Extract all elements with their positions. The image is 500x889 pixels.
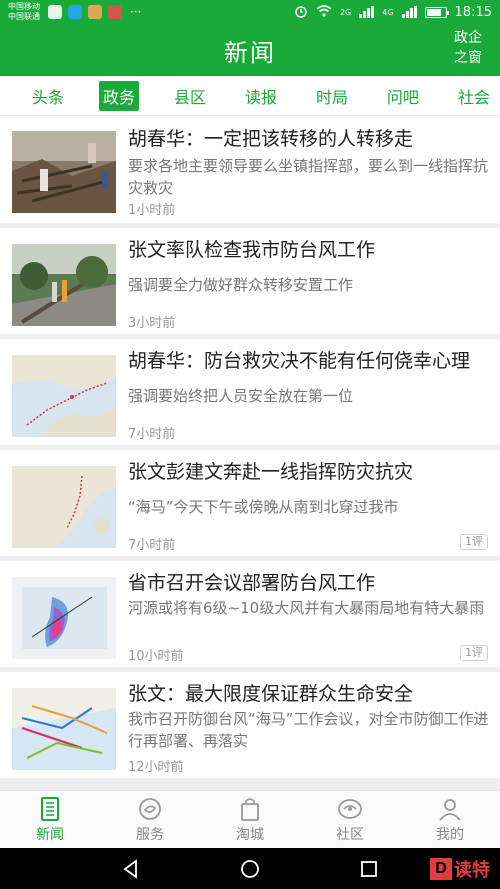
nav-label: 社区 <box>336 826 364 843</box>
watermark-text: 读特 <box>454 860 490 881</box>
watermark-mark: D <box>430 858 452 880</box>
enterprise-window-label-1: 政企 <box>454 30 482 46</box>
notification-chat-icon <box>68 5 82 19</box>
home-icon[interactable] <box>238 857 262 881</box>
carrier-2: 中国联通 <box>8 12 40 21</box>
clock: 18:15 <box>454 4 492 20</box>
news-title: 胡春华：防台救灾决不能有任何侥幸心理 <box>128 350 471 372</box>
carrier-1: 中国移动 <box>8 2 40 11</box>
network-label-1: 2G <box>339 7 352 17</box>
nav-label: 淘城 <box>236 826 264 843</box>
tab-society[interactable]: 社会 <box>454 81 494 111</box>
enterprise-window-button[interactable]: 政企 之窗 <box>450 28 486 68</box>
recent-apps-icon[interactable] <box>357 857 381 881</box>
tab-current-affairs[interactable]: 时局 <box>312 81 352 111</box>
tab-newspaper[interactable]: 读报 <box>241 81 281 111</box>
tab-counties[interactable]: 县区 <box>170 81 210 111</box>
notification-icons: ··· <box>48 5 141 19</box>
news-summary: 我市召开防御台风“海马”工作会议，对全市防御工作进行再部署、再落实 <box>128 710 489 750</box>
profile-icon <box>437 796 463 822</box>
news-time: 3小时前 <box>128 316 176 331</box>
notification-app-icon <box>108 5 122 19</box>
notification-app-icon <box>88 5 102 19</box>
carrier-info: 中国移动 中国联通 <box>8 2 40 22</box>
notification-app-icon <box>48 5 62 19</box>
news-summary: 强调要全力做好群众转移安置工作 <box>128 276 354 294</box>
comment-count-badge[interactable]: 1评 <box>460 534 488 550</box>
wifi-icon <box>316 4 332 20</box>
system-navigation-bar <box>0 848 500 889</box>
system-status: 2G 4G 18:15 <box>294 4 492 21</box>
bottom-navigation: 新闻 服务 淘城 社区 我的 <box>0 790 500 848</box>
news-title: 省市召开会议部署防台风工作 <box>128 572 376 594</box>
battery-icon <box>424 6 449 18</box>
news-thumbnail <box>12 244 116 326</box>
news-item[interactable]: 张文：最大限度保证群众生命安全 我市召开防御台风“海马”工作会议，对全市防御工作… <box>0 672 500 778</box>
nav-profile[interactable]: 我的 <box>400 791 500 848</box>
service-icon <box>137 796 163 822</box>
nav-community[interactable]: 社区 <box>300 791 400 848</box>
nav-shopping[interactable]: 淘城 <box>200 791 300 848</box>
category-tabs: 头条 政务 县区 读报 时局 问吧 社会 <box>0 76 500 116</box>
news-title: 胡春华：一定把该转移的人转移走 <box>128 128 414 150</box>
news-icon <box>37 796 63 822</box>
news-item[interactable]: 省市召开会议部署防台风工作 河源或将有6级~10级大风并有大暴雨局地有特大暴雨 … <box>0 561 500 667</box>
nav-label: 新闻 <box>36 826 64 843</box>
more-notifications: ··· <box>130 5 142 19</box>
nav-label: 服务 <box>136 826 164 843</box>
alarm-icon <box>294 4 308 21</box>
signal-icon <box>401 6 417 18</box>
news-thumbnail <box>12 466 116 548</box>
tab-headlines[interactable]: 头条 <box>28 81 68 111</box>
news-summary: “海马”今天下午或傍晚从南到北穿过我市 <box>128 498 399 516</box>
news-item[interactable]: 张文彭建文奔赴一线指挥防灾抗灾 “海马”今天下午或傍晚从南到北穿过我市 7小时前… <box>0 450 500 556</box>
news-time: 1小时前 <box>128 203 176 218</box>
news-list: 胡春华：一定把该转移的人转移走 要求各地主要领导要么坐镇指挥部，要么到一线指挥抗… <box>0 117 500 790</box>
news-thumbnail <box>12 131 116 213</box>
tab-ask[interactable]: 问吧 <box>383 81 423 111</box>
news-summary: 河源或将有6级~10级大风并有大暴雨局地有特大暴雨 <box>128 599 485 617</box>
news-time: 10小时前 <box>128 649 184 664</box>
nav-news[interactable]: 新闻 <box>0 791 100 848</box>
news-thumbnail <box>12 577 116 659</box>
comment-count-badge[interactable]: 1评 <box>460 645 488 661</box>
tab-government[interactable]: 政务 <box>98 80 139 111</box>
news-summary: 要求各地主要领导要么坐镇指挥部，要么到一线指挥抗灾救灾 <box>128 157 489 197</box>
news-title: 张文彭建文奔赴一线指挥防灾抗灾 <box>128 461 414 483</box>
nav-label: 我的 <box>436 826 464 843</box>
news-summary: 强调要始终把人员安全放在第一位 <box>128 387 354 405</box>
network-label-2: 4G <box>382 7 394 17</box>
page-title: 新闻 <box>224 38 276 67</box>
news-time: 12小时前 <box>128 760 184 775</box>
news-title: 张文：最大限度保证群众生命安全 <box>128 683 414 705</box>
news-thumbnail <box>12 355 116 437</box>
news-item[interactable]: 张文率队检查我市防台风工作 强调要全力做好群众转移安置工作 3小时前 <box>0 228 500 334</box>
news-time: 7小时前 <box>128 427 176 442</box>
news-item[interactable]: 胡春华：防台救灾决不能有任何侥幸心理 强调要始终把人员安全放在第一位 7小时前 <box>0 339 500 445</box>
shopping-bag-icon <box>237 796 263 822</box>
community-icon <box>337 796 363 822</box>
nav-service[interactable]: 服务 <box>100 791 200 848</box>
news-thumbnail <box>12 688 116 770</box>
status-bar: 中国移动 中国联通 ··· 2G 4G 18:15 <box>0 0 500 24</box>
news-time: 7小时前 <box>128 538 176 553</box>
enterprise-window-label-2: 之窗 <box>454 50 482 66</box>
back-icon[interactable] <box>119 857 143 881</box>
news-item[interactable]: 胡春华：一定把该转移的人转移走 要求各地主要领导要么坐镇指挥部，要么到一线指挥抗… <box>0 117 500 223</box>
news-title: 张文率队检查我市防台风工作 <box>128 239 376 261</box>
app-header: 新闻 政企 之窗 <box>0 24 500 76</box>
watermark-logo: D 读特 <box>430 856 490 882</box>
signal-icon <box>359 6 375 18</box>
